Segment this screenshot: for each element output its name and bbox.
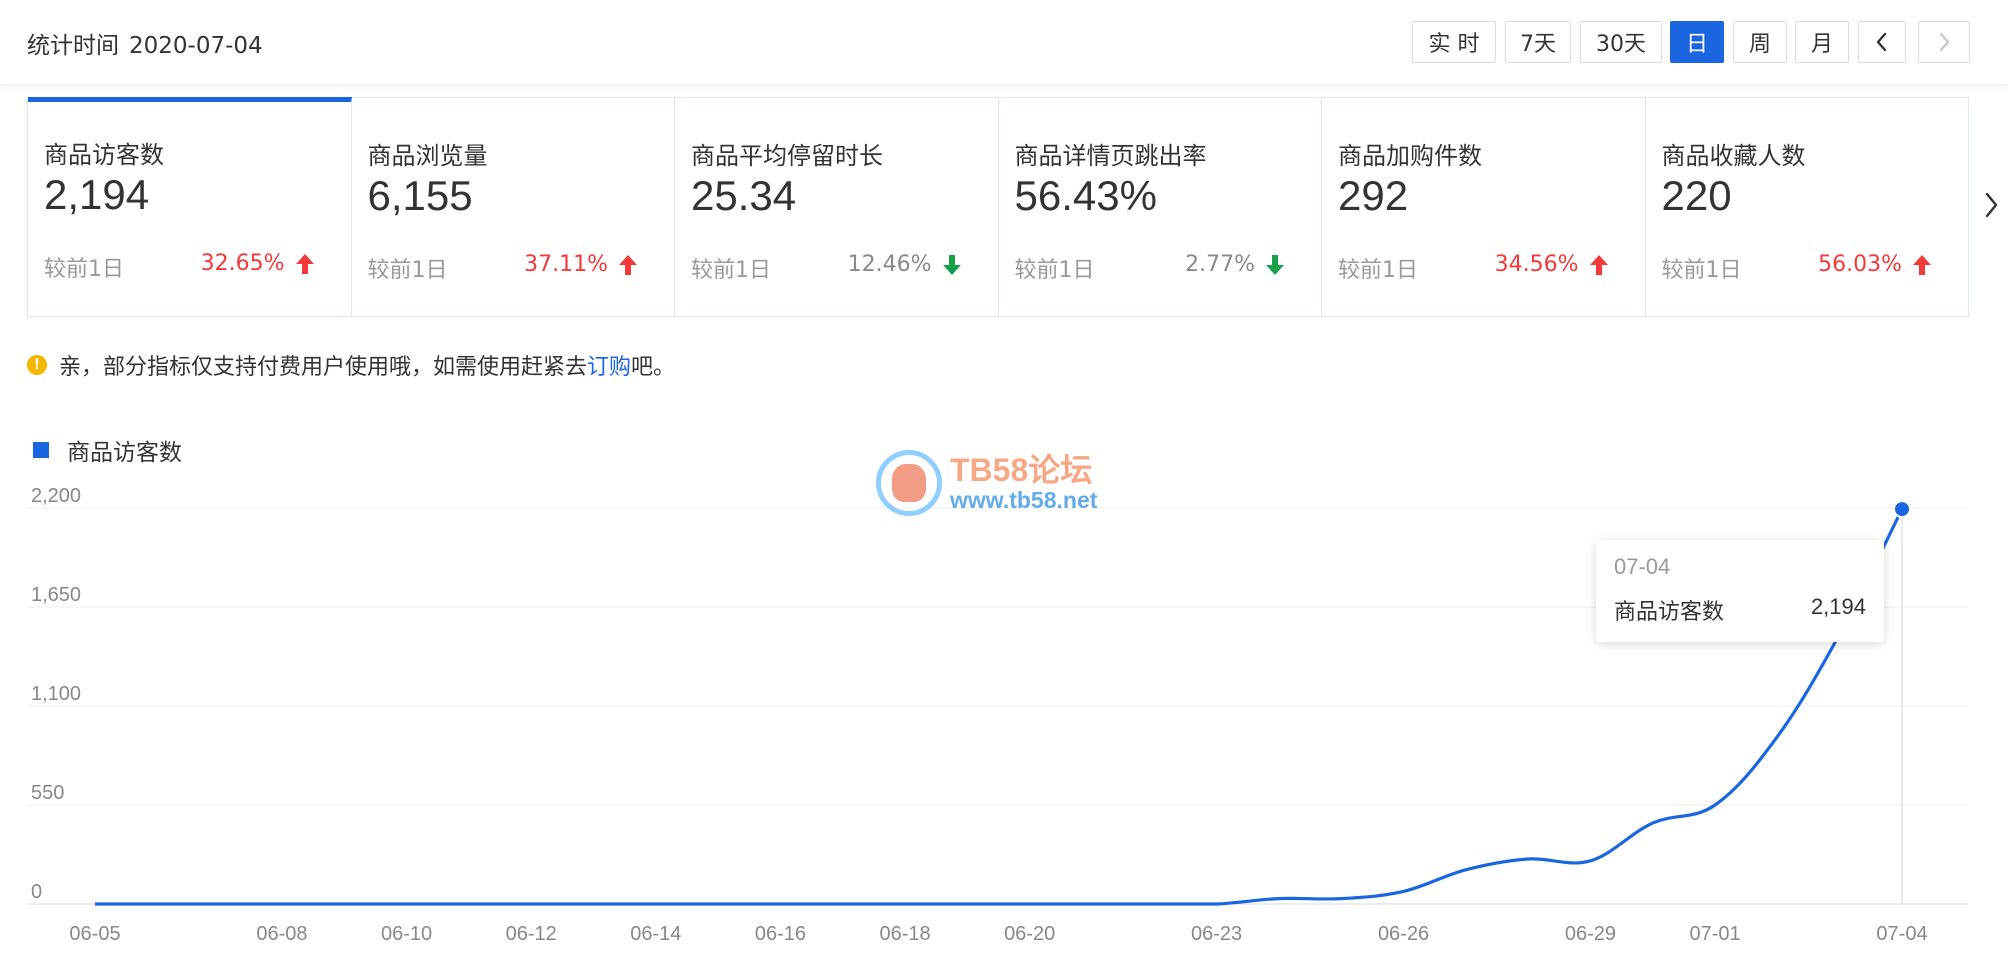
- x-tick-label: 06-14: [630, 923, 681, 945]
- tooltip-date: 07-04: [1614, 554, 1671, 579]
- metric-delta-value: 12.46%: [847, 252, 932, 277]
- x-tick-label: 06-10: [381, 923, 432, 945]
- y-tick-label: 1,100: [31, 683, 81, 705]
- x-tick-label: 06-16: [755, 923, 806, 945]
- arrow-up-icon: [1589, 254, 1609, 276]
- stat-time-label: 统计时间: [27, 33, 119, 59]
- metric-delta: 56.03%: [1818, 252, 1932, 277]
- chevron-left-icon: [1876, 32, 1887, 52]
- next-button[interactable]: [1918, 21, 1970, 63]
- tooltip-value: 2,194: [1810, 594, 1866, 619]
- watermark-title: TB58论坛: [950, 452, 1093, 488]
- metric-delta: 32.65%: [201, 251, 315, 276]
- metric-delta-value: 34.56%: [1494, 252, 1579, 277]
- metric-value: 25.34: [691, 172, 797, 219]
- metric-compare-label: 较前1日: [1338, 258, 1418, 283]
- metric-compare-label: 较前1日: [691, 258, 771, 283]
- metric-compare-label: 较前1日: [1661, 258, 1742, 283]
- week-button[interactable]: 周: [1733, 21, 1787, 63]
- chevron-right-icon: [1985, 192, 1998, 218]
- arrow-down-icon: [1265, 254, 1285, 276]
- metric-label: 商品访客数: [44, 141, 164, 169]
- hand-logo-icon: [876, 450, 942, 516]
- cards-next-arrow[interactable]: [1984, 188, 2000, 226]
- metric-label: 商品详情页跳出率: [1014, 142, 1207, 170]
- legend-label: 商品访客数: [67, 440, 182, 466]
- y-tick-label: 0: [31, 881, 42, 903]
- month-button[interactable]: 月: [1795, 21, 1849, 63]
- prev-button[interactable]: [1858, 21, 1906, 63]
- x-tick-label: 06-23: [1191, 923, 1242, 945]
- metric-card-avg-stay[interactable]: 商品平均停留时长 25.34 较前1日 12.46%: [675, 98, 999, 316]
- y-tick-label: 2,200: [31, 485, 81, 507]
- chevron-right-icon: [1939, 32, 1950, 52]
- metric-delta-value: 37.11%: [524, 252, 608, 277]
- arrow-down-icon: [942, 254, 962, 276]
- top-bar: 统计时间 2020-07-04 实 时 7天 30天 日 周 月: [0, 0, 2008, 84]
- warning-icon: !: [27, 355, 47, 375]
- x-tick-label: 06-12: [506, 923, 557, 945]
- day-button[interactable]: 日: [1670, 21, 1724, 63]
- x-tick-label: 07-01: [1689, 923, 1740, 945]
- metric-delta-value: 56.03%: [1818, 252, 1902, 277]
- metric-delta: 12.46%: [848, 252, 962, 277]
- x-tick-label: 06-18: [879, 923, 930, 945]
- tooltip-label: 商品访客数: [1614, 600, 1725, 625]
- metric-card-pageviews[interactable]: 商品浏览量 6,155 较前1日 37.11%: [352, 98, 675, 316]
- metric-card-favorites[interactable]: 商品收藏人数 220 较前1日 56.03%: [1646, 98, 1969, 316]
- legend-swatch: [33, 442, 49, 458]
- x-tick-label: 06-08: [256, 923, 307, 945]
- metric-card-add-to-cart[interactable]: 商品加购件数 292 较前1日 34.56%: [1322, 98, 1646, 316]
- arrow-up-icon: [618, 254, 638, 276]
- metric-delta: 34.56%: [1495, 252, 1609, 277]
- metric-card-bounce-rate[interactable]: 商品详情页跳出率 56.43% 较前1日 2.77%: [999, 98, 1322, 316]
- metric-label: 商品浏览量: [367, 142, 488, 170]
- watermark: TB58论坛 www.tb58.net: [876, 450, 1097, 516]
- notice-text-end: 吧。: [631, 355, 676, 380]
- metric-label: 商品收藏人数: [1661, 142, 1806, 170]
- x-tick-label: 06-29: [1565, 923, 1616, 945]
- x-tick-label: 06-20: [1004, 923, 1055, 945]
- metric-value: 6,155: [367, 172, 473, 219]
- y-tick-label: 1,650: [31, 584, 81, 606]
- metric-compare-label: 较前1日: [44, 257, 124, 282]
- metric-label: 商品加购件数: [1338, 142, 1482, 170]
- 7-days-button[interactable]: 7天: [1505, 21, 1571, 63]
- metric-delta: 2.77%: [1185, 252, 1285, 277]
- metric-delta: 37.11%: [524, 252, 638, 277]
- x-tick-label: 06-05: [69, 923, 120, 945]
- watermark-url: www.tb58.net: [950, 487, 1098, 513]
- subscribe-link[interactable]: 订购: [587, 349, 631, 381]
- chart-tooltip: 07-04 商品访客数 2,194: [1596, 540, 1884, 642]
- paid-feature-notice: ! 亲，部分指标仅支持付费用户使用哦，如需使用赶紧去 订购 吧。: [27, 349, 675, 381]
- metric-cards: 商品访客数 2,194 较前1日 32.65% 商品浏览量 6,155 较前1日…: [27, 97, 1969, 317]
- arrow-up-icon: [295, 253, 315, 275]
- y-tick-label: 550: [31, 782, 64, 804]
- metric-value: 220: [1661, 172, 1732, 219]
- metric-delta-value: 2.77%: [1185, 252, 1255, 277]
- arrow-up-icon: [1912, 254, 1932, 276]
- notice-text: 亲，部分指标仅支持付费用户使用哦，如需使用赶紧去: [59, 355, 588, 380]
- metric-value: 56.43%: [1014, 172, 1157, 219]
- metric-value: 292: [1338, 172, 1409, 219]
- x-tick-label: 06-26: [1378, 923, 1429, 945]
- metric-label: 商品平均停留时长: [691, 142, 883, 170]
- metric-delta-value: 32.65%: [200, 251, 285, 276]
- stat-time: 统计时间 2020-07-04: [27, 26, 263, 60]
- metric-value: 2,194: [44, 171, 150, 218]
- stat-time-date: 2020-07-04: [129, 33, 263, 59]
- metric-compare-label: 较前1日: [367, 258, 448, 283]
- metric-compare-label: 较前1日: [1014, 258, 1095, 283]
- realtime-button[interactable]: 实 时: [1412, 21, 1496, 63]
- metric-card-visitors[interactable]: 商品访客数 2,194 较前1日 32.65%: [28, 97, 352, 316]
- chart-legend[interactable]: 商品访客数: [33, 433, 182, 467]
- 30-days-button[interactable]: 30天: [1580, 21, 1662, 63]
- data-point-highlight: [1893, 500, 1911, 519]
- x-tick-label: 07-04: [1876, 923, 1927, 945]
